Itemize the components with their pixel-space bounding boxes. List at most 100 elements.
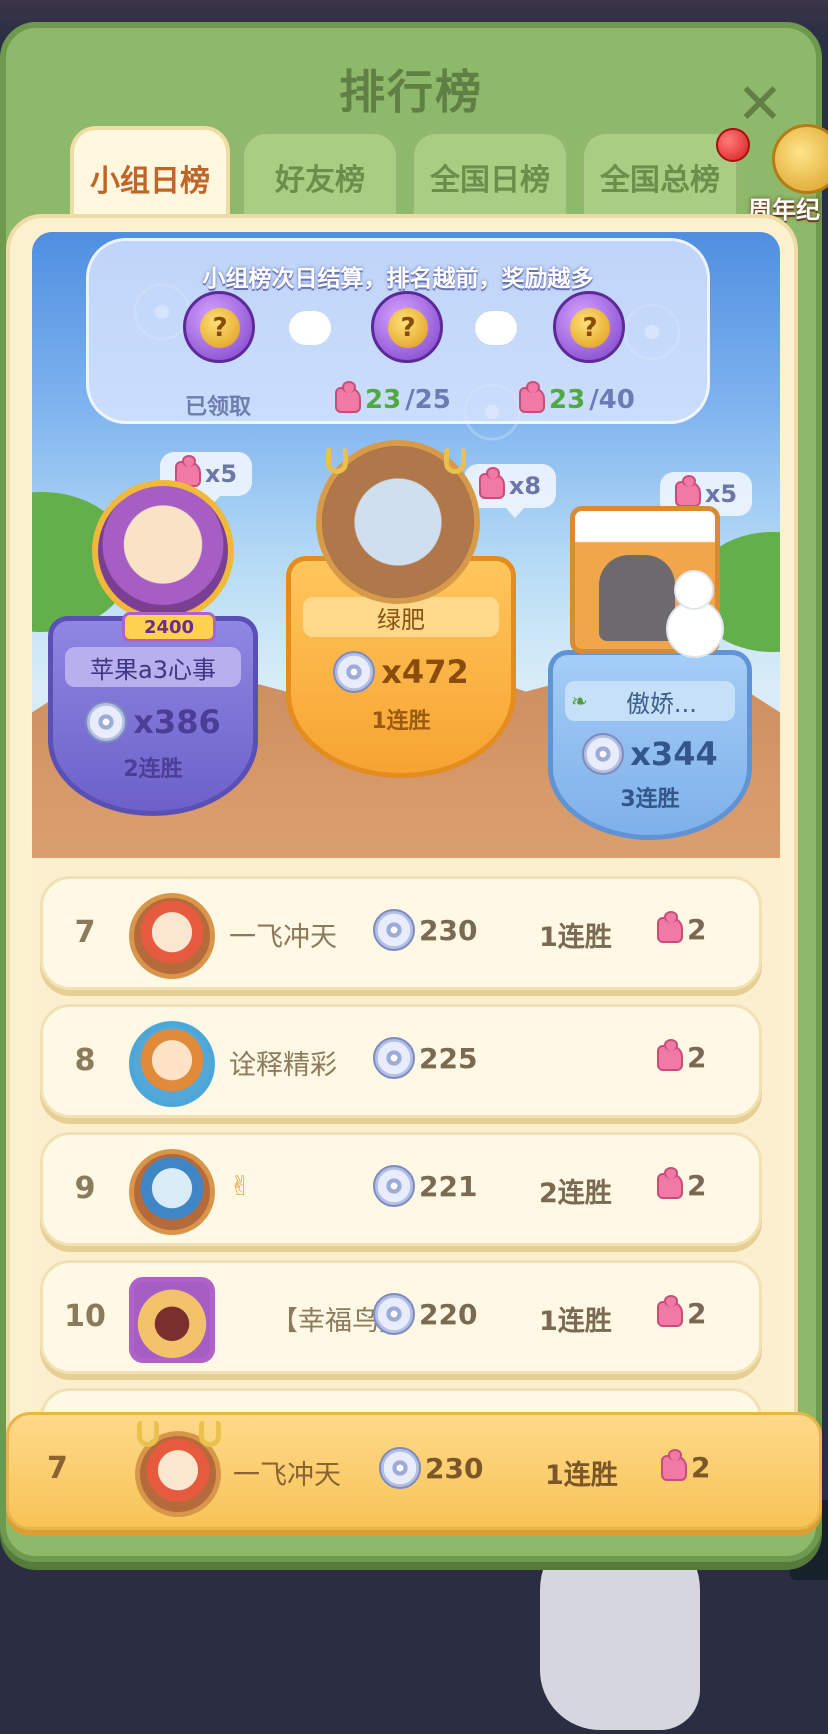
puzzle-piece-icon (657, 910, 683, 943)
row-pieces: 2 (657, 1294, 707, 1330)
my-pieces-value: 2 (691, 1451, 711, 1484)
notification-dot (716, 128, 750, 162)
puzzle-piece-icon (657, 1166, 683, 1199)
podium-score-value: x344 (630, 735, 718, 773)
row-pieces-value: 2 (687, 1041, 707, 1074)
row-points-value: 230 (419, 913, 478, 947)
reward-chest-3[interactable]: ? (553, 291, 625, 363)
podium-name: ❧ 傲娇... (565, 681, 735, 721)
avatar[interactable] (129, 893, 215, 979)
puzzle-piece-icon (674, 475, 701, 507)
disc-icon (373, 1293, 415, 1335)
row-streak: 1连胜 (539, 1306, 612, 1337)
podium-score: x472 (291, 651, 511, 693)
my-points-value: 230 (425, 1451, 484, 1485)
bonus-count: x5 (704, 480, 738, 508)
puzzle-piece-icon (661, 1448, 687, 1481)
anniversary-coin-icon (772, 124, 828, 194)
my-rank-row[interactable]: 7 一飞冲天 230 1连胜 2 (6, 1412, 822, 1530)
disc-icon (373, 909, 415, 951)
row-rank: 8 (74, 1043, 96, 1078)
puzzle-piece-icon (335, 381, 361, 413)
podium-name-text: 傲娇... (625, 689, 697, 718)
avatar[interactable] (129, 1021, 215, 1107)
disc-icon (85, 701, 128, 743)
reward-title: 小组榜次日结算，排名越前，奖励越多 (202, 266, 594, 292)
chest-3-progress-target: /40 (589, 385, 635, 415)
tab-group-daily[interactable]: 小组日榜 (70, 126, 230, 226)
podium-score: x386 (53, 701, 253, 743)
table-row[interactable]: 8 诠释精彩 225 2 (40, 1004, 762, 1118)
puzzle-piece-icon (657, 1294, 683, 1327)
table-row[interactable]: 7 一飞冲天 230 1连胜 2 (40, 876, 762, 990)
disc-icon (373, 1165, 415, 1207)
tab-friends[interactable]: 好友榜 (240, 130, 400, 220)
row-points-value: 221 (419, 1169, 478, 1203)
row-rank: 10 (64, 1299, 106, 1334)
row-rank: 7 (74, 915, 96, 950)
row-streak: 2连胜 (539, 1178, 612, 1209)
tab-national-daily[interactable]: 全国日榜 (410, 130, 570, 220)
panel-title: 排行榜 (339, 65, 483, 119)
table-row[interactable]: 9 ✌ 221 2连胜 2 (40, 1132, 762, 1246)
row-name: ✌ (229, 1171, 252, 1202)
chest-2-progress-value: 23 (365, 385, 402, 415)
bonus-count: x5 (204, 460, 238, 488)
avatar[interactable] (129, 1277, 215, 1363)
chest-3-progress-value: 23 (549, 385, 586, 415)
bonus-count: x8 (508, 472, 542, 500)
question-icon: ? (388, 308, 428, 348)
level-badge: 2400 (122, 612, 216, 642)
row-points-value: 220 (419, 1297, 478, 1331)
row-pieces: 2 (657, 1038, 707, 1074)
puzzle-piece-icon (657, 1038, 683, 1071)
row-name: 一飞冲天 (229, 922, 337, 953)
row-pieces-value: 2 (687, 1169, 707, 1202)
disc-icon (333, 651, 376, 693)
question-icon: ? (570, 308, 610, 348)
podium-name: 苹果a3心事 (65, 647, 241, 687)
chest-2-progress: 23/25 (335, 381, 451, 415)
row-points: 220 (373, 1293, 477, 1335)
podium-second-place[interactable]: 苹果a3心事 x386 2连胜 (48, 616, 258, 816)
disc-icon (373, 1037, 415, 1079)
puzzle-piece-icon (519, 381, 545, 413)
podium-score: x344 (553, 733, 747, 775)
podium-left-avatar[interactable] (92, 480, 234, 622)
chest-3-progress: 23/40 (519, 381, 635, 415)
disc-icon (379, 1447, 421, 1489)
podium-third-place[interactable]: ❧ 傲娇... x344 3连胜 (548, 650, 752, 840)
anniversary-button[interactable]: 周年纪 (748, 124, 828, 224)
my-name: 一飞冲天 (233, 1460, 341, 1491)
row-pieces-value: 2 (687, 1297, 707, 1330)
podium-streak: 1连胜 (371, 709, 431, 734)
table-row[interactable]: 10 【幸福鸟】 220 1连胜 2 (40, 1260, 762, 1374)
podium-middle-bonus: x8 (464, 464, 556, 518)
podium-streak: 2连胜 (123, 757, 183, 782)
antler-decoration (199, 1421, 221, 1447)
row-pieces-value: 2 (687, 913, 707, 946)
podium-score-value: x472 (381, 653, 469, 691)
leaf-icon: ❧ (571, 689, 588, 713)
podium-score-value: x386 (133, 703, 221, 741)
row-points-value: 225 (419, 1041, 478, 1075)
chest-1-status: 已领取 (185, 395, 252, 420)
row-points: 225 (373, 1037, 477, 1079)
row-rank: 9 (74, 1171, 96, 1206)
row-pieces: 2 (657, 910, 707, 946)
arrow-icon (475, 311, 517, 345)
avatar[interactable] (129, 1149, 215, 1235)
question-icon: ? (200, 308, 240, 348)
antler-decoration (444, 448, 466, 474)
reward-chest-2[interactable]: ? (371, 291, 443, 363)
chest-2-progress-target: /25 (405, 385, 451, 415)
reward-chest-1[interactable]: ? (183, 291, 255, 363)
reward-banner: 小组榜次日结算，排名越前，奖励越多 ? ? ? 已领取 23/25 23/40 (86, 238, 710, 424)
row-streak: 1连胜 (539, 922, 612, 953)
my-rank: 7 (47, 1451, 68, 1486)
podium-streak: 3连胜 (620, 787, 680, 812)
snowman-decoration (658, 570, 728, 660)
row-points: 230 (373, 909, 477, 951)
row-points: 221 (373, 1165, 477, 1207)
background-bottom (0, 1560, 828, 1734)
